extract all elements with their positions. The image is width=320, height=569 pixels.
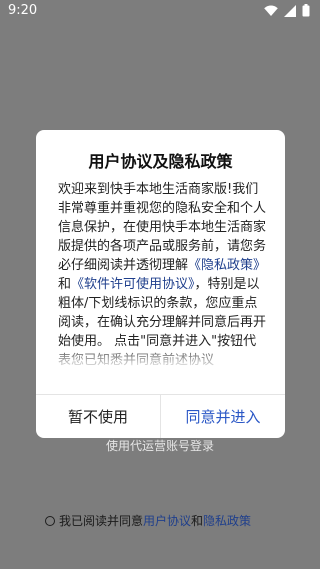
dialog-title: 用户协议及隐私政策 (88, 152, 233, 171)
dialog-body: 欢迎来到快手本地生活商家版!我们非常尊重并重视您的隐私安全和个人信息保护，在使用… (58, 180, 269, 370)
privacy-dialog: 用户协议及隐私政策 欢迎来到快手本地生活商家版!我们非常尊重并重视您的隐私安全和… (36, 130, 285, 438)
status-bar: 9:20 (0, 0, 320, 24)
decline-button[interactable]: 暂不使用 (36, 394, 160, 438)
body-fade (58, 344, 269, 370)
agreement-radio[interactable] (45, 516, 55, 526)
agreement-and: 和 (191, 514, 204, 528)
agreement-row: 我已阅读并同意 用户协议 和 隐私政策 (45, 513, 251, 529)
operator-login-link[interactable]: 使用代运营账号登录 (0, 438, 320, 454)
status-icons (264, 4, 310, 17)
status-time: 9:20 (8, 3, 38, 18)
software-license-link[interactable]: 《软件许可使用协议》 (71, 277, 195, 292)
dialog-body-and: 和 (58, 277, 72, 292)
privacy-policy-link[interactable]: 隐私政策 (203, 513, 251, 529)
agree-and-enter-button[interactable]: 同意并进入 (161, 394, 285, 438)
cellular-signal-icon (284, 4, 296, 17)
wifi-icon (264, 5, 278, 17)
battery-icon (302, 4, 310, 17)
user-agreement-link[interactable]: 用户协议 (143, 513, 191, 529)
agreement-prefix: 我已阅读并同意 (59, 514, 144, 528)
privacy-policy-doc-link[interactable]: 《隐私政策》 (188, 258, 266, 273)
